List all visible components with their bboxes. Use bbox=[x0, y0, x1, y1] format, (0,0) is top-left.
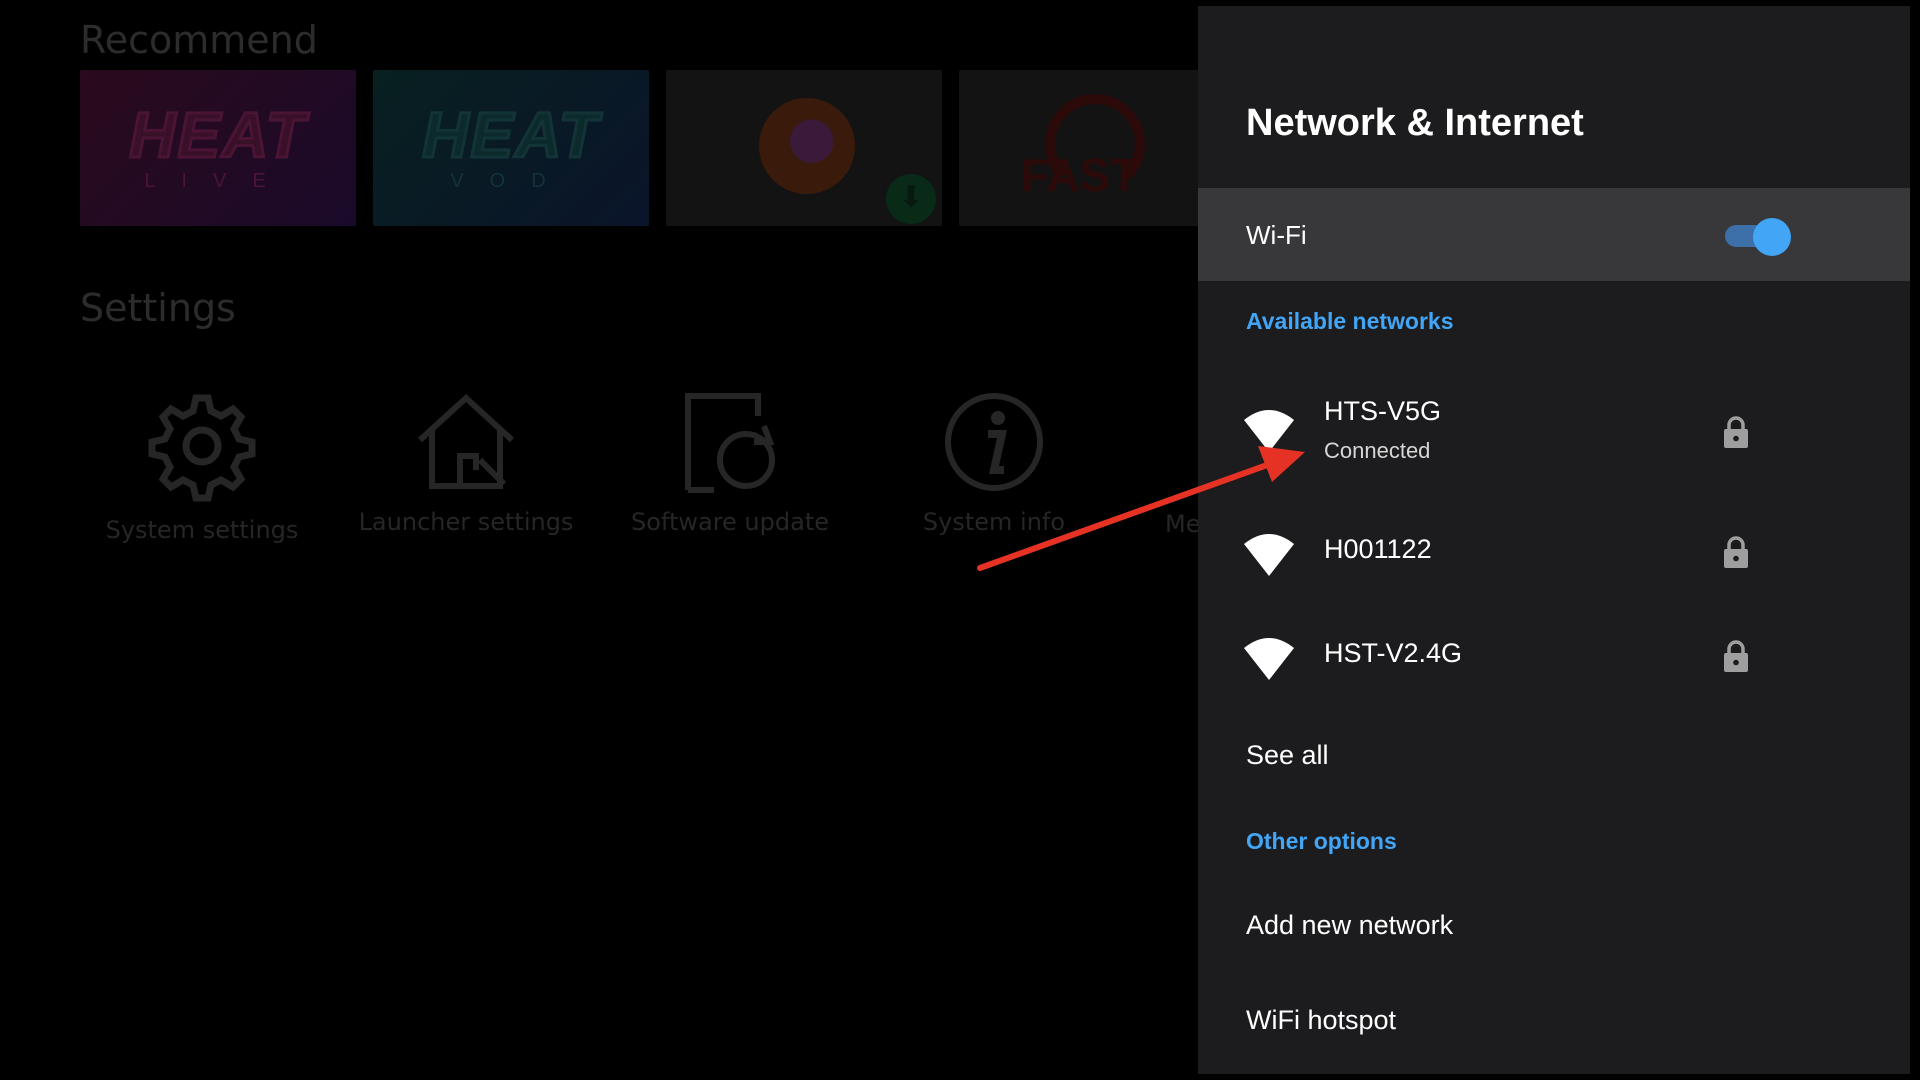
heat-live-logo-word: HEAT bbox=[128, 98, 307, 173]
wifi-toggle-row[interactable]: Wi-Fi bbox=[1198, 188, 1910, 281]
network-item-h001122[interactable]: H001122 bbox=[1198, 508, 1910, 604]
firefox-tile[interactable]: ⬇ bbox=[666, 70, 942, 226]
available-networks-header: Available networks bbox=[1246, 308, 1454, 334]
network-name: H001122 bbox=[1324, 534, 1432, 564]
recommend-section-title: Recommend bbox=[80, 18, 318, 62]
partially-hidden-setting-label: Me bbox=[1165, 510, 1201, 538]
wifi-toggle-switch[interactable] bbox=[1725, 218, 1793, 256]
software-update-label: Software update bbox=[631, 508, 829, 536]
launcher-settings-label: Launcher settings bbox=[358, 508, 574, 536]
system-settings-item[interactable]: System settings bbox=[82, 390, 322, 544]
firefox-icon bbox=[759, 98, 855, 194]
other-options-header: Other options bbox=[1246, 828, 1397, 854]
network-name: HST-V2.4G bbox=[1324, 638, 1463, 668]
update-icon bbox=[685, 393, 775, 493]
heat-vod-logo-sub: VOD bbox=[450, 170, 572, 192]
wifi-label: Wi-Fi bbox=[1246, 220, 1307, 250]
wifi-signal-icon bbox=[1244, 410, 1294, 452]
fast-tile[interactable]: FAST bbox=[959, 70, 1200, 226]
lock-icon bbox=[1724, 416, 1748, 448]
wifi-signal-icon bbox=[1244, 638, 1294, 680]
wifi-signal-icon bbox=[1244, 534, 1294, 576]
toggle-knob bbox=[1753, 218, 1791, 256]
add-new-network-button[interactable]: Add new network bbox=[1246, 910, 1453, 941]
system-settings-label: System settings bbox=[105, 516, 299, 544]
heat-vod-tile[interactable]: HEAT VOD bbox=[373, 70, 649, 226]
network-status: Connected bbox=[1324, 438, 1431, 463]
network-name: HTS-V5G bbox=[1324, 396, 1442, 426]
download-badge-icon: ⬇ bbox=[886, 174, 936, 224]
info-icon bbox=[945, 393, 1043, 491]
network-settings-panel: Network & Internet Wi-Fi Available netwo… bbox=[1198, 6, 1910, 1074]
lock-icon bbox=[1724, 640, 1748, 672]
see-all-networks-button[interactable]: See all bbox=[1246, 740, 1329, 771]
launcher-settings-item[interactable]: Launcher settings bbox=[346, 390, 586, 536]
fast-logo-word: FAST bbox=[1020, 149, 1139, 201]
network-item-hts-v5g[interactable]: HTS-V5G Connected bbox=[1198, 386, 1910, 482]
wifi-hotspot-button[interactable]: WiFi hotspot bbox=[1246, 1005, 1396, 1036]
system-info-label: System info bbox=[922, 508, 1066, 536]
panel-title: Network & Internet bbox=[1246, 102, 1584, 144]
network-item-hst-v2-4g[interactable]: HST-V2.4G bbox=[1198, 612, 1910, 708]
settings-section-title: Settings bbox=[80, 286, 236, 330]
software-update-item[interactable]: Software update bbox=[610, 390, 850, 536]
heat-live-tile[interactable]: HEAT LIVE bbox=[80, 70, 356, 226]
house-wrench-icon bbox=[417, 393, 515, 489]
lock-icon bbox=[1724, 536, 1748, 568]
gear-icon bbox=[148, 394, 256, 502]
system-info-item[interactable]: System info bbox=[874, 390, 1114, 536]
heat-live-logo-sub: LIVE bbox=[144, 170, 292, 192]
heat-vod-logo-word: HEAT bbox=[421, 98, 600, 173]
launcher-background: Recommend HEAT LIVE HEAT VOD ⬇ FAST Sett… bbox=[0, 0, 1200, 1080]
